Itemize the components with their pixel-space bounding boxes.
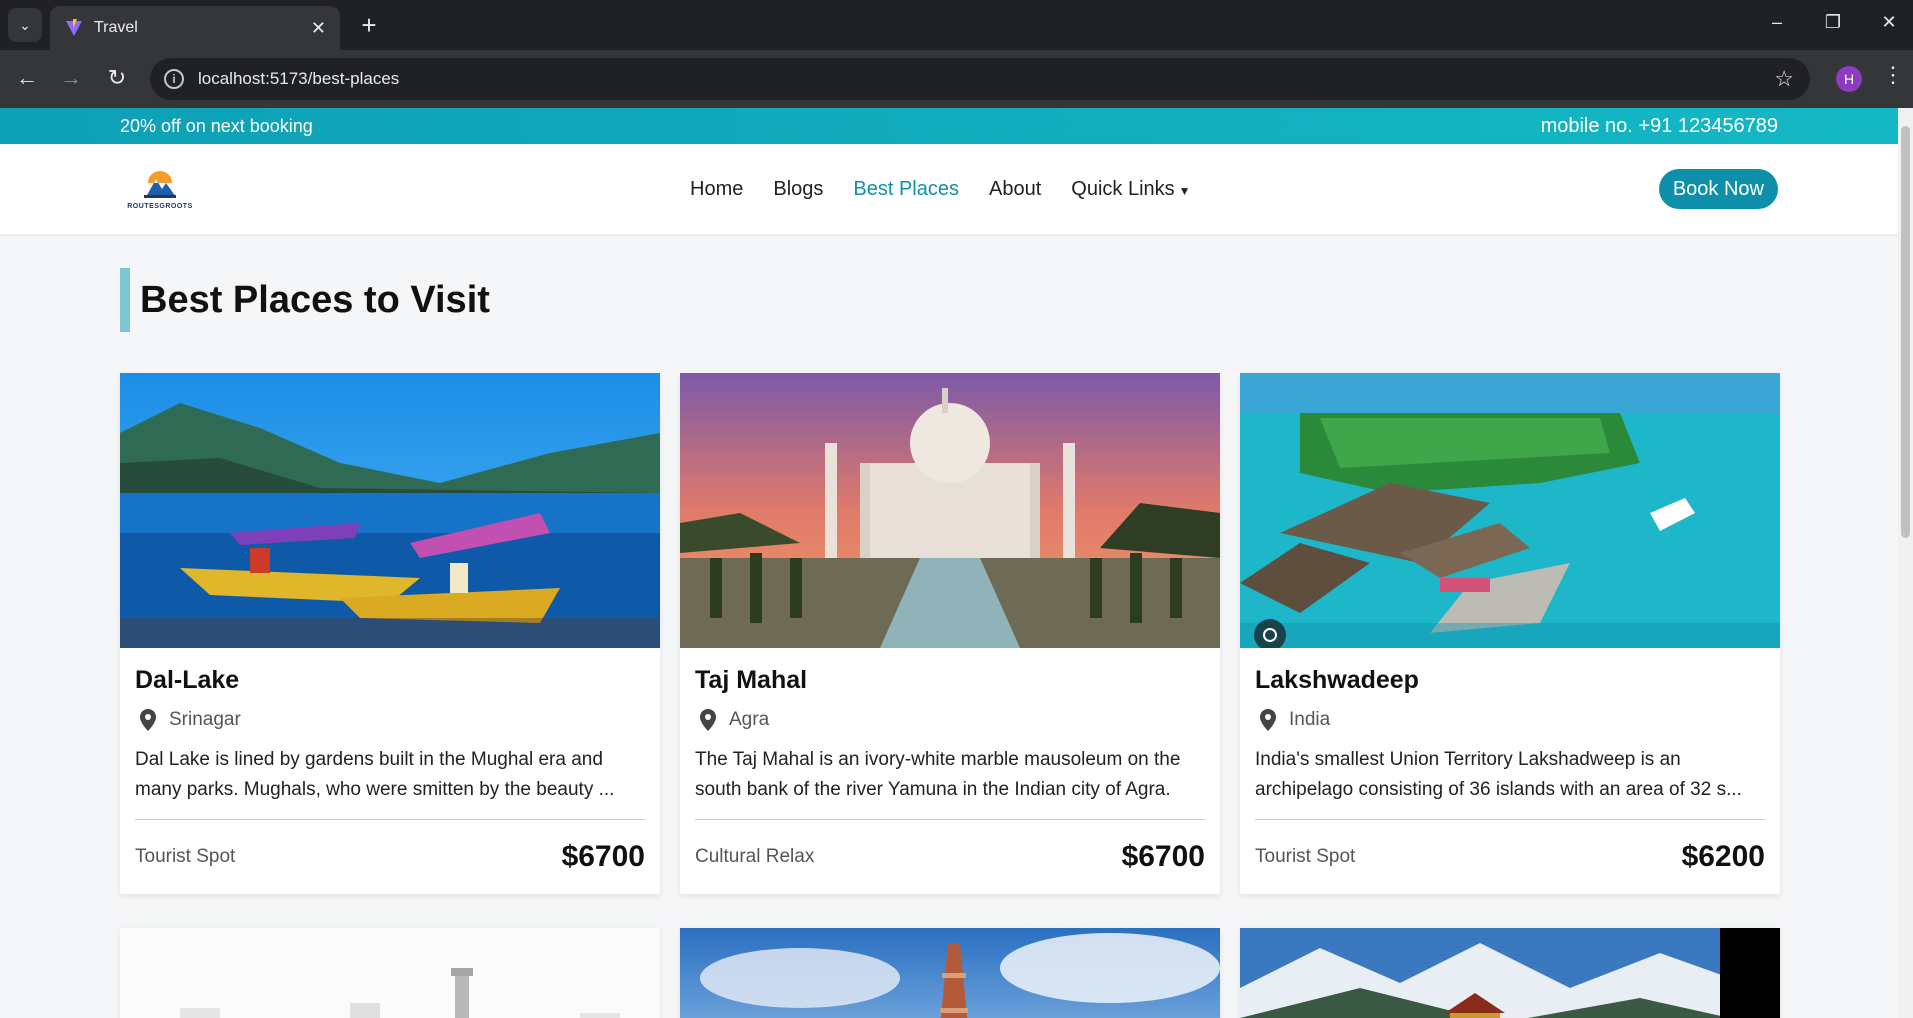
profile-avatar[interactable]: H [1836, 66, 1862, 92]
place-card-row2-1[interactable] [120, 928, 660, 1018]
logo-text: ROUTESGROOTS [127, 202, 193, 210]
main-menu: Home Blogs Best Places About Quick Links… [690, 144, 1191, 234]
place-image-row2-1[interactable] [120, 928, 660, 1018]
vite-favicon-icon [66, 19, 82, 36]
location-pin-icon [140, 709, 156, 731]
promo-bar: 20% off on next booking mobile no. +91 1… [0, 108, 1898, 144]
nav-quick-links[interactable]: Quick Links ▼ [1071, 178, 1190, 201]
nav-best-places[interactable]: Best Places [853, 178, 959, 201]
browser-menu-icon[interactable]: ⋮ [1882, 62, 1904, 88]
close-window-icon[interactable]: ✕ [1874, 12, 1904, 33]
url-text[interactable]: localhost:5173/best-places [198, 69, 1774, 89]
browser-tab[interactable]: Travel ✕ [50, 6, 340, 50]
restore-icon[interactable]: ❐ [1818, 12, 1848, 33]
place-image-taj-mahal[interactable] [680, 373, 1220, 648]
browser-tab-bar: ⌄ Travel ✕ + – ❐ ✕ [0, 0, 1913, 50]
card-footer: Tourist Spot $6200 [1255, 820, 1765, 894]
place-price: $6700 [561, 840, 645, 873]
place-category: Cultural Relax [695, 846, 815, 867]
place-card-lakshwadeep[interactable]: Lakshwadeep India India's smallest Union… [1240, 373, 1780, 894]
caret-down-icon: ▼ [1178, 183, 1191, 198]
place-category: Tourist Spot [1255, 846, 1356, 867]
place-image-row2-2[interactable] [680, 928, 1220, 1018]
page-title: Best Places to Visit [140, 278, 490, 321]
place-name[interactable]: Lakshwadeep [1255, 666, 1765, 695]
card-footer: Tourist Spot $6700 [135, 820, 645, 894]
scrollbar-thumb[interactable] [1901, 126, 1910, 538]
tab-search-button[interactable]: ⌄ [8, 8, 42, 42]
place-location-text: India [1289, 709, 1331, 730]
place-description: India's smallest Union Territory Lakshad… [1255, 749, 1742, 800]
place-location-text: Agra [729, 709, 770, 730]
place-image-dal-lake[interactable] [120, 373, 660, 648]
place-card-row2-2[interactable] [680, 928, 1220, 1018]
promo-phone: mobile no. +91 123456789 [1540, 114, 1778, 137]
site-info-icon[interactable]: i [164, 69, 184, 89]
location-pin-icon [1260, 709, 1276, 731]
omnibox[interactable]: i localhost:5173/best-places ☆ [150, 58, 1810, 100]
place-card-row2-3[interactable] [1240, 928, 1780, 1018]
back-icon[interactable]: ← [12, 65, 42, 91]
page-heading: Best Places to Visit [120, 268, 1898, 332]
forward-icon[interactable]: → [56, 65, 86, 91]
place-location: Agra [695, 709, 1205, 731]
promo-offer: 20% off on next booking [120, 115, 313, 136]
site-navbar: ROUTESGROOTS Home Blogs Best Places Abou… [0, 144, 1898, 234]
mountain-sun-logo-icon [140, 170, 180, 201]
place-description: The Taj Mahal is an ivory-white marble m… [695, 749, 1181, 800]
nav-quick-links-label: Quick Links [1071, 177, 1175, 200]
nav-blogs[interactable]: Blogs [773, 178, 823, 201]
place-location: Srinagar [135, 709, 645, 731]
tab-title: Travel [94, 19, 138, 36]
place-image-lakshwadeep[interactable] [1240, 373, 1780, 648]
close-tab-icon[interactable]: ✕ [311, 18, 326, 39]
place-price: $6700 [1121, 840, 1205, 873]
bookmark-star-icon[interactable]: ☆ [1774, 66, 1794, 92]
place-location-text: Srinagar [169, 709, 241, 730]
new-tab-icon[interactable]: + [354, 10, 384, 41]
page-viewport: 20% off on next booking mobile no. +91 1… [0, 108, 1898, 1018]
site-logo[interactable]: ROUTESGROOTS [120, 159, 200, 219]
place-category: Tourist Spot [135, 846, 236, 867]
place-image-row2-3[interactable] [1240, 928, 1780, 1018]
minimize-icon[interactable]: – [1762, 12, 1792, 33]
page-scrollbar[interactable] [1898, 108, 1913, 1018]
place-card-taj-mahal[interactable]: Taj Mahal Agra The Taj Mahal is an ivory… [680, 373, 1220, 894]
nav-home[interactable]: Home [690, 178, 743, 201]
place-description: Dal Lake is lined by gardens built in th… [135, 749, 615, 800]
book-now-button[interactable]: Book Now [1658, 169, 1778, 209]
address-bar-row: ← → ↻ i localhost:5173/best-places ☆ [0, 50, 1913, 108]
place-price: $6200 [1681, 840, 1765, 873]
place-name[interactable]: Dal-Lake [135, 666, 645, 695]
location-pin-icon [700, 709, 716, 731]
place-location: India [1255, 709, 1765, 731]
reload-icon[interactable]: ↻ [102, 65, 132, 91]
place-name[interactable]: Taj Mahal [695, 666, 1205, 695]
place-card-dal-lake[interactable]: Dal-Lake Srinagar Dal Lake is lined by g… [120, 373, 660, 894]
card-footer: Cultural Relax $6700 [695, 820, 1205, 894]
nav-about[interactable]: About [989, 178, 1041, 201]
